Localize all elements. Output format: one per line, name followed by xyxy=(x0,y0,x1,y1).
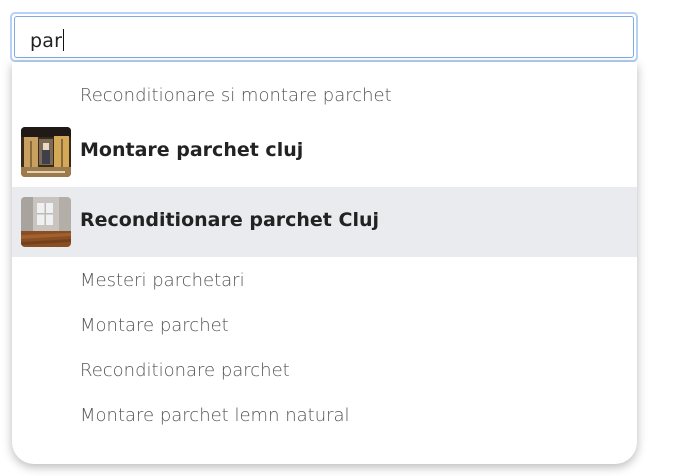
suggestion-label: Mesteri parchetari xyxy=(80,270,245,291)
workshop-photo-icon xyxy=(21,127,71,177)
text-caret xyxy=(63,29,65,51)
suggestion-item[interactable]: Reconditionare parchet xyxy=(12,349,637,394)
suggestion-item[interactable]: Reconditionare si montare parchet xyxy=(12,74,637,119)
suggestion-item-highlighted[interactable]: Reconditionare parchet Cluj xyxy=(12,187,637,257)
search-input-value: par xyxy=(30,29,65,52)
search-box[interactable]: par xyxy=(10,12,638,62)
suggestions-dropdown: Reconditionare si montare parchet Montar… xyxy=(12,62,637,464)
suggestion-item[interactable]: Montare parchet lemn natural xyxy=(12,394,637,439)
suggestion-item[interactable]: Mesteri parchetari xyxy=(12,259,637,304)
suggestion-label: Montare parchet lemn natural xyxy=(80,405,350,426)
suggestion-item[interactable]: Montare parchet cluj xyxy=(12,117,637,187)
room-floor-photo-icon xyxy=(21,197,71,247)
suggestion-label: Reconditionare parchet xyxy=(80,360,290,381)
suggestion-label: Montare parchet xyxy=(80,315,229,336)
suggestion-label: Reconditionare parchet Cluj xyxy=(80,209,379,231)
suggestion-item[interactable]: Montare parchet xyxy=(12,304,637,349)
suggestion-label: Reconditionare si montare parchet xyxy=(80,85,392,106)
search-input[interactable]: par xyxy=(14,16,634,58)
suggestion-label: Montare parchet cluj xyxy=(80,139,304,161)
